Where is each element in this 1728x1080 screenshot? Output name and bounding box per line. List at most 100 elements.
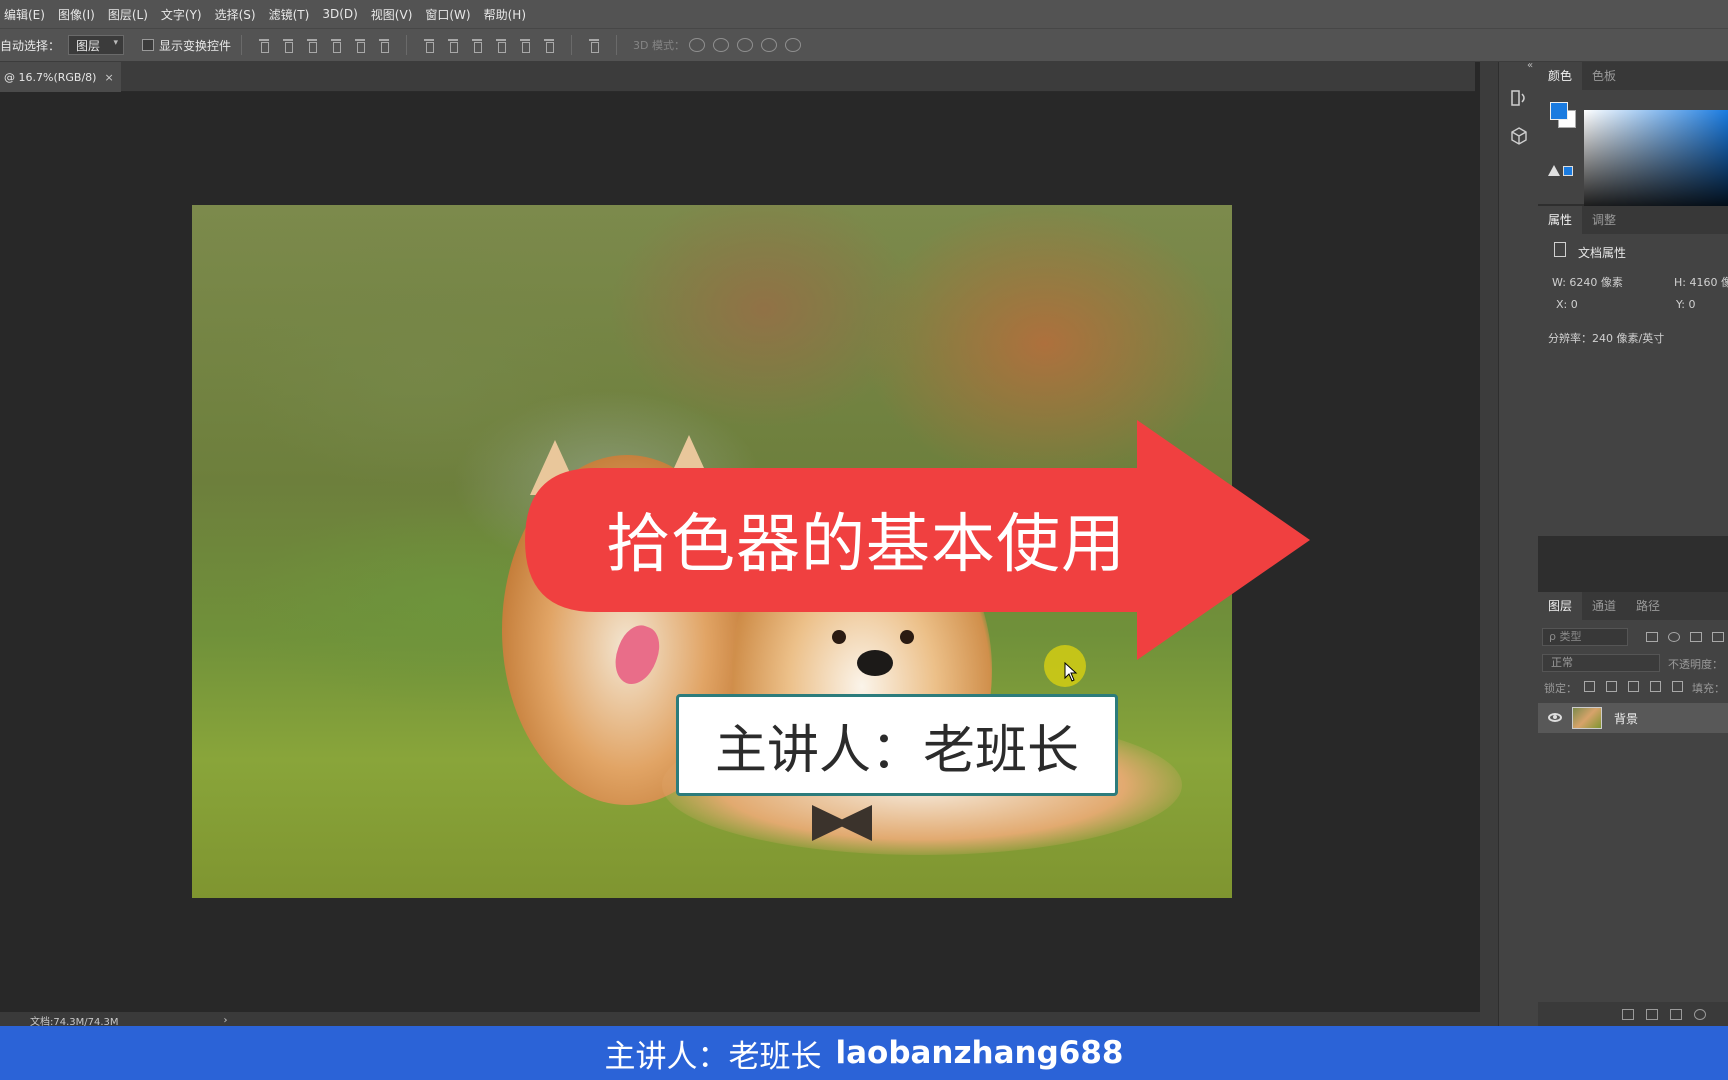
layer-thumbnail: [1572, 707, 1602, 729]
document-icon: [1554, 242, 1566, 257]
divider: [406, 35, 408, 55]
auto-align-icon[interactable]: [588, 38, 600, 53]
show-transform-checkbox[interactable]: [142, 39, 155, 51]
align-left-icon[interactable]: [330, 38, 342, 53]
3d-pan-icon[interactable]: [737, 38, 753, 52]
panel-dock: «: [1498, 60, 1538, 1028]
divider: [241, 35, 243, 55]
fill-label: 填充：: [1692, 682, 1725, 695]
filter-type-icon[interactable]: [1690, 632, 1702, 642]
align-right-icon[interactable]: [378, 38, 390, 53]
properties-panel-tabs: 属性 调整: [1538, 206, 1728, 234]
lock-artboard-icon[interactable]: [1650, 681, 1661, 692]
tab-layers[interactable]: 图层: [1538, 592, 1583, 620]
menu-filter[interactable]: 滤镜(T): [269, 6, 310, 23]
add-mask-icon[interactable]: [1670, 1009, 1682, 1020]
blend-mode-select[interactable]: 正常: [1542, 654, 1660, 672]
layer-row[interactable]: 背景: [1538, 703, 1728, 733]
document-tab-title: @ 16.7%(RGB/8): [4, 70, 97, 84]
auto-select-dropdown[interactable]: 图层 ▾: [68, 35, 125, 55]
3d-slide-icon[interactable]: [761, 38, 777, 52]
opacity-label: 不透明度：: [1668, 658, 1723, 671]
layers-footer: [1538, 1002, 1728, 1028]
scroll-strip: [1480, 62, 1498, 1028]
height-value[interactable]: H: 4160 像素: [1674, 274, 1728, 290]
distribute-vcenter-icon[interactable]: [447, 38, 459, 53]
menu-select[interactable]: 选择(S): [215, 6, 256, 23]
menu-3d[interactable]: 3D(D): [322, 7, 357, 21]
layer-filter-select[interactable]: ρ 类型: [1542, 628, 1628, 646]
y-value[interactable]: Y: 0: [1676, 298, 1695, 311]
3d-roll-icon[interactable]: [713, 38, 729, 52]
doc-properties-label: 文档属性: [1578, 246, 1627, 260]
color-spectrum[interactable]: [1584, 110, 1728, 218]
auto-select-value: 图层: [76, 38, 101, 53]
status-arrow-icon[interactable]: ›: [224, 1015, 228, 1026]
lock-all-icon[interactable]: [1672, 681, 1683, 692]
distribute-right-icon[interactable]: [543, 38, 555, 53]
layer-name[interactable]: 背景: [1614, 710, 1638, 727]
x-value[interactable]: X: 0: [1556, 298, 1578, 311]
tab-channels[interactable]: 通道: [1582, 592, 1626, 620]
collapse-icon[interactable]: «: [1527, 60, 1533, 71]
distribute-hcenter-icon[interactable]: [519, 38, 531, 53]
document-tab[interactable]: @ 16.7%(RGB/8) ×: [0, 62, 121, 92]
fx-icon[interactable]: [1646, 1009, 1658, 1020]
3d-orbit-icon[interactable]: [689, 38, 705, 52]
visibility-eye-icon[interactable]: [1548, 713, 1562, 722]
menu-image[interactable]: 图像(I): [58, 6, 95, 23]
lock-label: 锁定：: [1544, 682, 1577, 695]
menu-view[interactable]: 视图(V): [371, 6, 413, 23]
width-value[interactable]: W: 6240 像素: [1552, 274, 1623, 290]
options-bar: 自动选择： 图层 ▾ 显示变换控件 3D 模式：: [0, 28, 1728, 62]
align-vcenter-icon[interactable]: [282, 38, 294, 53]
distribute-bottom-icon[interactable]: [471, 38, 483, 53]
3d-cube-icon[interactable]: [1509, 126, 1529, 146]
lock-paint-icon[interactable]: [1606, 681, 1617, 692]
presenter-banner: 主讲人：老班长 laobanzhang688: [0, 1026, 1728, 1080]
tab-color[interactable]: 颜色: [1538, 62, 1583, 90]
menu-type[interactable]: 文字(Y): [161, 6, 202, 23]
auto-select-label: 自动选择：: [0, 38, 61, 53]
lock-move-icon[interactable]: [1628, 681, 1639, 692]
link-layers-icon[interactable]: [1622, 1009, 1634, 1020]
close-icon[interactable]: ×: [104, 71, 113, 84]
right-panels: 颜色 色板 属性 调整 文档属性 W: 6240 像素 H: 4160 像素 X…: [1538, 62, 1728, 1028]
menu-bar: 编辑(E) 图像(I) 图层(L) 文字(Y) 选择(S) 滤镜(T) 3D(D…: [0, 0, 1728, 28]
tab-adjustments[interactable]: 调整: [1582, 206, 1626, 234]
menu-layer[interactable]: 图层(L): [108, 6, 148, 23]
distribute-top-icon[interactable]: [423, 38, 435, 53]
resolution-value: 分辨率：240 像素/英寸: [1548, 332, 1665, 345]
menu-window[interactable]: 窗口(W): [425, 6, 470, 23]
document-tab-strip: @ 16.7%(RGB/8) ×: [0, 62, 1475, 92]
color-panel: 颜色 色板: [1538, 62, 1728, 218]
filter-shape-icon[interactable]: [1712, 632, 1724, 642]
align-top-icon[interactable]: [258, 38, 270, 53]
foreground-color-swatch[interactable]: [1550, 102, 1568, 120]
show-transform-label: 显示变换控件: [159, 38, 232, 53]
tab-swatches[interactable]: 色板: [1582, 62, 1626, 90]
filter-adjustment-icon[interactable]: [1668, 632, 1680, 642]
menu-edit[interactable]: 编辑(E): [4, 6, 45, 23]
presenter-tag: 主讲人：老班长: [676, 694, 1118, 796]
gamut-swatch[interactable]: [1563, 166, 1573, 176]
banner-handle: laobanzhang688: [835, 1035, 1124, 1071]
arrow-title-text: 拾色器的基本使用: [606, 508, 1126, 582]
gamut-warning-icon[interactable]: [1548, 165, 1560, 176]
new-fill-layer-icon[interactable]: [1694, 1009, 1706, 1020]
filter-pixel-icon[interactable]: [1646, 632, 1658, 642]
menu-help[interactable]: 帮助(H): [484, 6, 526, 23]
3d-scale-icon[interactable]: [785, 38, 801, 52]
color-panel-tabs: 颜色 色板: [1538, 62, 1728, 90]
mouse-cursor-icon: [1064, 662, 1078, 682]
3d-mode-label: 3D 模式：: [633, 39, 685, 52]
align-bottom-icon[interactable]: [306, 38, 318, 53]
align-hcenter-icon[interactable]: [354, 38, 366, 53]
tab-properties[interactable]: 属性: [1538, 206, 1583, 234]
layers-panel: 图层 通道 路径 ρ 类型 正常 不透明度： 锁定： 填充： 背景: [1538, 592, 1728, 1028]
distribute-left-icon[interactable]: [495, 38, 507, 53]
history-icon[interactable]: [1509, 88, 1529, 108]
lock-transparency-icon[interactable]: [1584, 681, 1595, 692]
photoshop-window: 编辑(E) 图像(I) 图层(L) 文字(Y) 选择(S) 滤镜(T) 3D(D…: [0, 0, 1728, 1080]
tab-paths[interactable]: 路径: [1626, 592, 1670, 620]
